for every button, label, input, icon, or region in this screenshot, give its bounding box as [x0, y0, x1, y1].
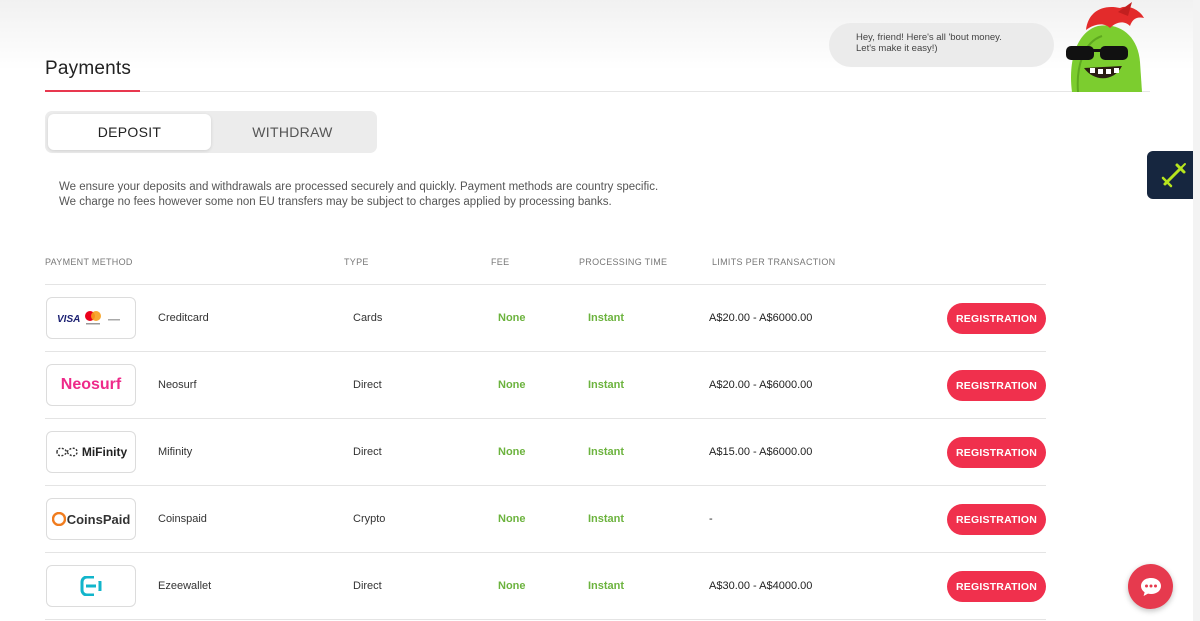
table-row: CoinsPaid Coinspaid Crypto None Instant …: [45, 486, 1046, 553]
method-fee: None: [498, 446, 526, 458]
payments-description: We ensure your deposits and withdrawals …: [59, 180, 658, 210]
registration-button[interactable]: REGISTRATION: [947, 504, 1046, 535]
method-fee: None: [498, 513, 526, 525]
table-row: Neosurf Neosurf Direct None Instant A$20…: [45, 352, 1046, 419]
method-time: Instant: [588, 312, 625, 324]
payment-tabs: DEPOSIT WITHDRAW: [45, 111, 377, 153]
column-header-time: PROCESSING TIME: [579, 257, 668, 267]
mifinity-logo: MiFinity: [46, 431, 136, 473]
method-type: Cards: [353, 312, 383, 324]
method-name: Mifinity: [158, 446, 193, 458]
table-row: Ezeewallet Direct None Instant A$30.00 -…: [45, 553, 1046, 620]
visa-mastercard-logo: VISA: [46, 297, 136, 339]
method-name: Ezeewallet: [158, 580, 212, 592]
method-type: Crypto: [353, 513, 386, 525]
method-time: Instant: [588, 580, 625, 592]
method-type: Direct: [353, 446, 382, 458]
tab-deposit[interactable]: DEPOSIT: [48, 114, 211, 150]
method-fee: None: [498, 379, 526, 391]
tab-withdraw[interactable]: WITHDRAW: [211, 114, 374, 150]
method-type: Direct: [353, 580, 382, 592]
visa-mastercard-icon: VISA: [57, 311, 120, 325]
registration-button[interactable]: REGISTRATION: [947, 303, 1046, 334]
method-limits: -: [709, 513, 713, 525]
method-time: Instant: [588, 446, 625, 458]
infinity-icon: [56, 447, 78, 457]
chat-button[interactable]: [1128, 564, 1173, 609]
table-row: VISA Creditcard Cards None Instant A$20.…: [45, 285, 1046, 352]
column-header-method: PAYMENT METHOD: [45, 257, 133, 267]
method-time: Instant: [588, 379, 625, 391]
method-limits: A$15.00 - A$6000.00: [709, 446, 813, 458]
method-limits: A$30.00 - A$4000.00: [709, 580, 813, 592]
coinspaid-logo-text: CoinsPaid: [66, 511, 131, 527]
page-scrollbar[interactable]: [1193, 0, 1200, 621]
coin-icon: [51, 512, 66, 526]
ezeewallet-icon: [80, 576, 102, 596]
method-name: Creditcard: [158, 312, 209, 324]
method-fee: None: [498, 312, 526, 324]
method-type: Direct: [353, 379, 382, 391]
method-limits: A$20.00 - A$6000.00: [709, 312, 813, 324]
neosurf-logo: Neosurf: [46, 364, 136, 406]
column-header-limits: LIMITS PER TRANSACTION: [712, 257, 836, 267]
table-row: MiFinity Mifinity Direct None Instant A$…: [45, 419, 1046, 486]
description-line-2: We charge no fees however some non EU tr…: [59, 196, 612, 208]
neosurf-logo-text: Neosurf: [60, 376, 122, 393]
description-line-1: We ensure your deposits and withdrawals …: [59, 181, 659, 193]
column-header-fee: FEE: [491, 257, 510, 267]
column-header-type: TYPE: [344, 257, 369, 267]
method-time: Instant: [588, 513, 625, 525]
title-divider: [140, 91, 1150, 92]
method-name: Neosurf: [158, 379, 197, 391]
mascot-speech-bubble: Hey, friend! Here's all 'bout money. Let…: [829, 23, 1054, 67]
registration-button[interactable]: REGISTRATION: [947, 370, 1046, 401]
chat-icon: [1140, 577, 1161, 596]
registration-button[interactable]: REGISTRATION: [947, 437, 1046, 468]
sword-icon: [1161, 163, 1186, 188]
mifinity-logo-text: MiFinity: [81, 445, 128, 459]
mascot-icon: [1066, 2, 1144, 92]
ezeewallet-logo: [46, 565, 136, 607]
bubble-line-1: Hey, friend! Here's all 'bout money.: [856, 32, 1002, 43]
bubble-line-2: Let's make it easy!): [856, 43, 938, 54]
method-name: Coinspaid: [158, 513, 207, 525]
svg-text:VISA: VISA: [57, 314, 80, 325]
title-underline: [45, 90, 140, 92]
page-title: Payments: [45, 58, 132, 79]
registration-button[interactable]: REGISTRATION: [947, 571, 1046, 602]
coinspaid-logo: CoinsPaid: [46, 498, 136, 540]
method-limits: A$20.00 - A$6000.00: [709, 379, 813, 391]
method-fee: None: [498, 580, 526, 592]
